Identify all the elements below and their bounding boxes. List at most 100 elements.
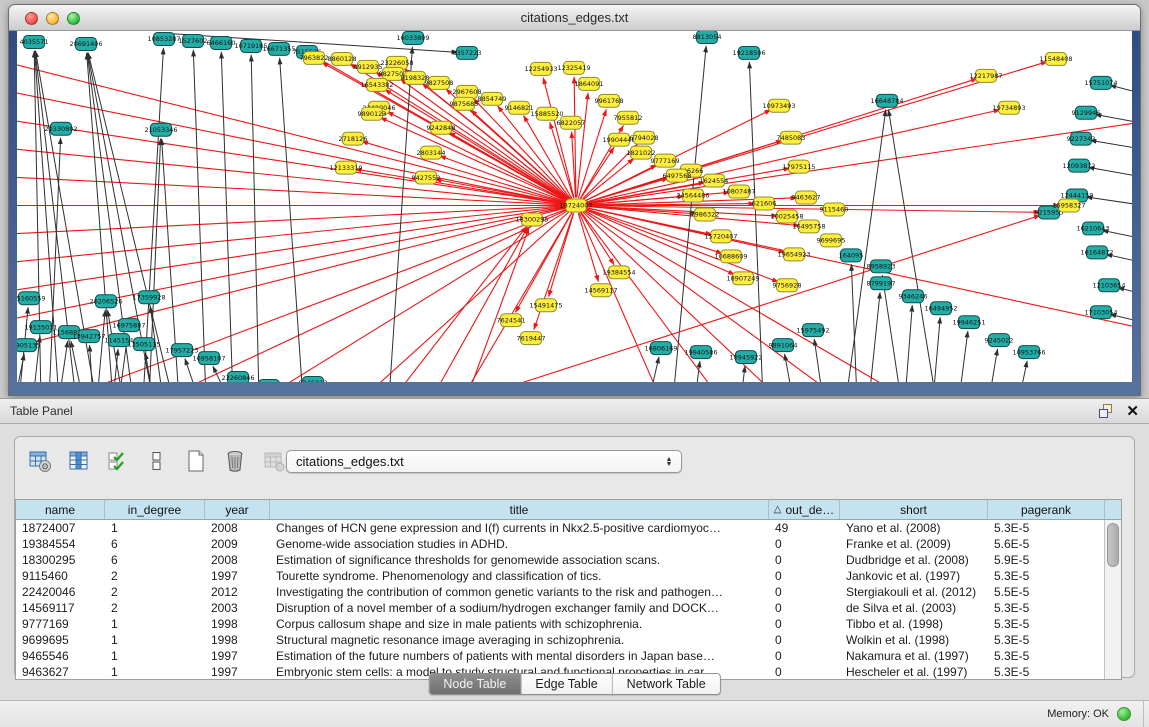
- select-all-button[interactable]: [103, 446, 133, 476]
- table-row[interactable]: 1456911722003Disruption of a novel membe…: [16, 600, 1121, 616]
- network-node[interactable]: 10953766: [1012, 346, 1045, 359]
- network-node[interactable]: 9227343: [1067, 132, 1096, 145]
- network-node[interactable]: 8860128: [328, 52, 357, 65]
- network-node[interactable]: 7963822: [300, 51, 329, 64]
- network-node[interactable]: 6822057: [557, 116, 586, 129]
- network-node[interactable]: 11548408: [1039, 52, 1072, 65]
- network-node[interactable]: 25160559: [17, 292, 46, 305]
- network-node[interactable]: 8854749: [478, 92, 507, 105]
- network-node[interactable]: 20206526: [89, 295, 122, 308]
- network-node[interactable]: 7986322: [691, 208, 720, 221]
- column-header-pagerank[interactable]: pagerank: [988, 500, 1105, 519]
- table-row[interactable]: 1938455462009Genome-wide association stu…: [16, 536, 1121, 552]
- network-node[interactable]: 16495758: [792, 220, 825, 233]
- column-header-in_degree[interactable]: in_degree: [105, 500, 205, 519]
- network-node[interactable]: 12325419: [557, 61, 590, 74]
- network-node[interactable]: 16671355: [262, 42, 295, 55]
- network-node[interactable]: 19946251: [952, 316, 985, 329]
- network-node[interactable]: 24564486: [676, 189, 709, 202]
- tab-edge-table[interactable]: Edge Table: [520, 674, 611, 694]
- network-node[interactable]: 18300295: [515, 213, 548, 226]
- network-node[interactable]: 16494952: [924, 302, 957, 315]
- network-node[interactable]: 9245012: [299, 377, 328, 382]
- network-node[interactable]: 23260846: [221, 372, 254, 382]
- vertical-scrollbar[interactable]: [1104, 520, 1121, 679]
- network-node[interactable]: 19734893: [992, 101, 1025, 114]
- close-window-button[interactable]: [25, 12, 38, 25]
- network-node[interactable]: 12093872: [1062, 159, 1095, 172]
- scrollbar-thumb[interactable]: [1107, 523, 1119, 567]
- column-header-name[interactable]: name: [16, 500, 105, 519]
- network-node[interactable]: 10973493: [762, 99, 795, 112]
- network-node[interactable]: 20691406: [69, 37, 102, 50]
- window-titlebar[interactable]: citations_edges.txt: [9, 5, 1140, 31]
- network-node[interactable]: 12103654: [1092, 279, 1125, 292]
- network-node[interactable]: 21053346: [144, 123, 177, 136]
- memory-status-icon[interactable]: [1117, 707, 1131, 721]
- network-node[interactable]: 10807487: [722, 185, 755, 198]
- network-node[interactable]: 7955812: [614, 111, 643, 124]
- network-node[interactable]: 9346246: [899, 290, 928, 303]
- column-header-title[interactable]: title: [270, 500, 769, 519]
- network-node[interactable]: 16648784: [870, 94, 903, 107]
- network-node[interactable]: 7624541: [497, 314, 526, 327]
- table-row[interactable]: 1830029562008Estimation of significance …: [16, 552, 1121, 568]
- network-node[interactable]: 2803144: [417, 146, 446, 159]
- network-node[interactable]: 4035571: [20, 35, 49, 48]
- table-selector-dropdown[interactable]: citations_edges.txt ▲▼: [286, 450, 682, 473]
- network-node[interactable]: 9463627: [792, 191, 821, 204]
- network-canvas[interactable]: 4035571206914061085328715276026466160107…: [17, 31, 1132, 382]
- table-row[interactable]: 969969511998Structural magnetic resonanc…: [16, 632, 1121, 648]
- network-node[interactable]: 19654923: [777, 248, 810, 261]
- network-node[interactable]: 2718126: [339, 132, 368, 145]
- network-node[interactable]: 8958923: [867, 260, 896, 273]
- new-table-button[interactable]: [181, 446, 211, 476]
- network-node[interactable]: 9146821: [505, 101, 534, 114]
- network-view[interactable]: 4035571206914061085328715276026466160107…: [17, 31, 1132, 382]
- table-row[interactable]: 1872400712008Changes of HCN gene express…: [16, 520, 1121, 536]
- network-node[interactable]: 6497568: [663, 169, 692, 182]
- network-node[interactable]: 8427552: [412, 171, 441, 184]
- network-node[interactable]: 18907249: [726, 272, 759, 285]
- network-node[interactable]: 13942757: [72, 330, 105, 343]
- network-node[interactable]: 9890123: [358, 107, 387, 120]
- network-node[interactable]: 9756928: [773, 279, 802, 292]
- deselect-all-button[interactable]: [142, 446, 172, 476]
- tab-network-table[interactable]: Network Table: [612, 674, 720, 694]
- network-node[interactable]: 621606: [752, 197, 777, 210]
- network-node[interactable]: 16975887: [112, 319, 145, 332]
- column-visibility-button[interactable]: [64, 446, 94, 476]
- network-node[interactable]: 8357223: [453, 46, 482, 59]
- network-node[interactable]: 16164872: [1080, 246, 1113, 259]
- network-node[interactable]: 5905135: [17, 339, 40, 352]
- network-node[interactable]: 9699695: [817, 234, 846, 247]
- delete-table-button[interactable]: [220, 446, 250, 476]
- network-node[interactable]: 10688609: [714, 250, 747, 263]
- network-node[interactable]: 19940586: [684, 346, 717, 359]
- tab-node-table[interactable]: Node Table: [429, 674, 520, 694]
- network-node[interactable]: 9827508: [425, 76, 454, 89]
- network-node[interactable]: 15975492: [796, 324, 829, 337]
- network-node[interactable]: 7485083: [777, 131, 806, 144]
- network-node[interactable]: 16033809: [396, 31, 429, 44]
- network-node[interactable]: 9115460: [820, 203, 849, 216]
- network-node[interactable]: 15751074: [1084, 76, 1117, 89]
- network-node[interactable]: 9961768: [595, 94, 624, 107]
- column-header-short[interactable]: short: [840, 500, 988, 519]
- network-node[interactable]: 14569117: [584, 284, 617, 297]
- network-node[interactable]: 1864091: [575, 77, 604, 90]
- network-node[interactable]: 6794028: [630, 131, 659, 144]
- network-node[interactable]: 9875685: [450, 97, 479, 110]
- network-node[interactable]: 15491475: [529, 299, 562, 312]
- zoom-window-button[interactable]: [67, 12, 80, 25]
- network-node[interactable]: 1624554: [700, 174, 729, 187]
- network-node[interactable]: 9777169: [651, 154, 680, 167]
- network-node[interactable]: 9891064: [769, 339, 798, 352]
- network-node[interactable]: 19218506: [732, 46, 765, 59]
- network-node[interactable]: 8799197: [867, 277, 896, 290]
- table-row[interactable]: 911546021997Tourette syndrome. Phenomeno…: [16, 568, 1121, 584]
- import-table-disabled-button[interactable]: [259, 446, 289, 476]
- network-node[interactable]: 16806169: [644, 342, 677, 355]
- close-panel-icon[interactable]: ✕: [1126, 402, 1139, 420]
- column-header-out_de[interactable]: △out_de…: [769, 500, 840, 519]
